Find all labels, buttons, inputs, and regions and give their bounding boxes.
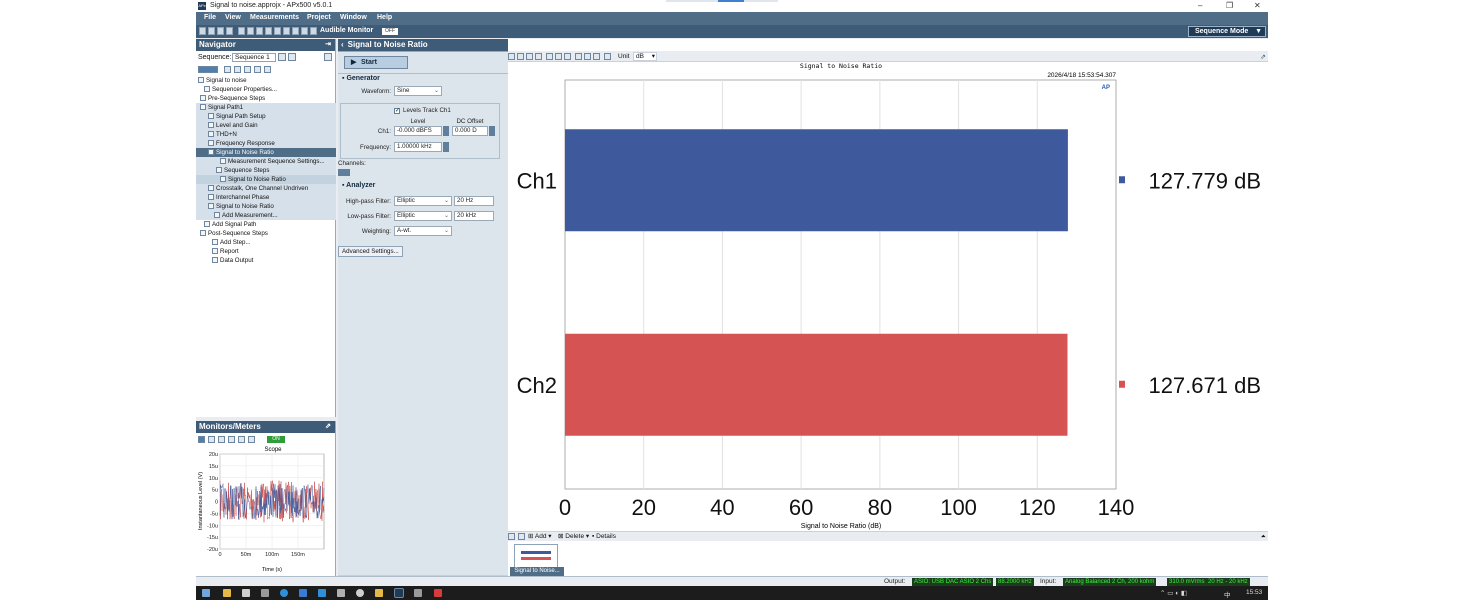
edge-browser-icon[interactable]: [280, 589, 288, 597]
x-tick-label: 140: [1098, 495, 1135, 520]
value-label: 127.671 dB: [1148, 373, 1261, 398]
x-tick-label: 100: [940, 495, 977, 520]
category-label: Ch2: [517, 373, 557, 398]
app-icon[interactable]: [318, 589, 326, 597]
x-tick-label: 60: [789, 495, 813, 520]
system-tray-icons[interactable]: ⌃ ▭ ◐ ◧: [1160, 589, 1187, 597]
ap-logo: AP: [1102, 85, 1110, 91]
value-label: 127.779 dB: [1148, 168, 1261, 193]
x-tick-label: 80: [868, 495, 892, 520]
x-tick-label: 20: [631, 495, 655, 520]
file-explorer-icon[interactable]: [223, 589, 231, 597]
app-icon[interactable]: [299, 589, 307, 597]
taskbar: ⌃ ▭ ◐ ◧ 中 15:53: [196, 586, 1268, 600]
category-label: Ch1: [517, 168, 557, 193]
x-tick-label: 120: [1019, 495, 1056, 520]
bar-ch1[interactable]: [565, 129, 1068, 232]
apx500-taskbar-icon[interactable]: [394, 588, 404, 598]
chart-title: Signal to Noise Ratio: [800, 62, 882, 70]
chart-x-ticks: 0 20 40 60 80 100 120 140: [559, 495, 1134, 520]
ime-indicator[interactable]: 中: [1224, 589, 1231, 599]
x-tick-label: 40: [710, 495, 734, 520]
chart-timestamp: 2026/4/18 15:53:54.307: [1047, 72, 1116, 79]
windows-start-icon[interactable]: [202, 589, 210, 597]
legend-marker: [1119, 380, 1125, 388]
app-icon[interactable]: [434, 589, 442, 597]
clock[interactable]: 15:53: [1246, 589, 1262, 596]
app-icon[interactable]: [356, 589, 364, 597]
app-icon[interactable]: [375, 589, 383, 597]
snr-bar-chart: Signal to Noise Ratio 2026/4/18 15:53:54…: [517, 62, 1261, 530]
x-tick-label: 0: [559, 495, 571, 520]
legend-marker: [1119, 176, 1125, 184]
app-icon[interactable]: [242, 589, 250, 597]
app-icon[interactable]: [414, 589, 422, 597]
chart-x-label: Signal to Noise Ratio (dB): [801, 523, 882, 530]
app-icon[interactable]: [337, 589, 345, 597]
app-icon[interactable]: [261, 589, 269, 597]
bar-ch2[interactable]: [565, 333, 1068, 436]
